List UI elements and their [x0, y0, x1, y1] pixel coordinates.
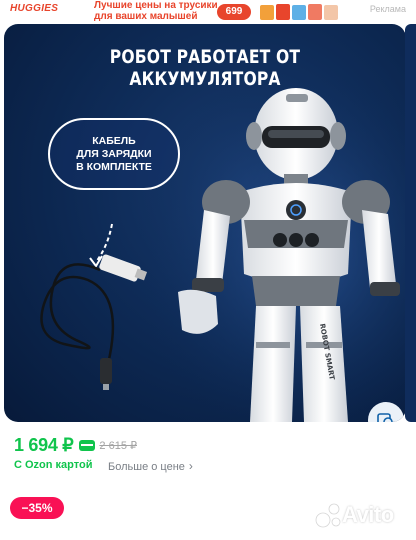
ad-label: Реклама: [369, 4, 406, 14]
chevron-right-icon: ›: [188, 459, 193, 473]
ozon-card-icon: [79, 439, 96, 451]
product-image[interactable]: ROBOT SMART РОБОТ РАБОТАЕТ ОТ АККУМУЛЯТО…: [4, 24, 406, 422]
price-row: 1 694 ₽ 2 615 ₽: [14, 434, 137, 456]
cable-badge-line2: ДЛЯ ЗАРЯДКИ: [76, 147, 152, 160]
ad-price-badge: 699: [217, 4, 251, 20]
old-price: 2 615 ₽: [99, 439, 137, 452]
more-about-price-label: Больше о цене: [108, 461, 185, 473]
cable-badge-line1: КАБЕЛЬ: [92, 134, 136, 147]
more-about-price-link[interactable]: Больше о цене ›: [108, 459, 193, 473]
ozon-card-label: С Ozon картой: [14, 459, 93, 471]
ad-text: Лучшие цены на трусики для ваших малышей: [94, 0, 218, 22]
avito-watermark-text: Avito: [342, 502, 394, 527]
ad-products-image: [260, 4, 338, 20]
discount-badge: −35%: [10, 497, 64, 519]
ad-banner[interactable]: HUGGIES Лучшие цены на трусики для ваших…: [0, 0, 416, 24]
ad-brand-logo: HUGGIES: [10, 3, 59, 14]
cable-badge-line3: В КОМПЛЕКТЕ: [76, 160, 152, 173]
current-price: 1 694 ₽: [14, 434, 74, 455]
cable-badge: КАБЕЛЬ ДЛЯ ЗАРЯДКИ В КОМПЛЕКТЕ: [48, 118, 180, 190]
image-headline: РОБОТ РАБОТАЕТ ОТ АККУМУЛЯТОРА: [109, 46, 301, 90]
image-search-icon: [377, 413, 393, 422]
next-image-preview[interactable]: [405, 24, 416, 422]
ad-text-line2: для ваших малышей: [94, 11, 198, 22]
ad-text-line1: Лучшие цены на трусики: [94, 0, 218, 11]
